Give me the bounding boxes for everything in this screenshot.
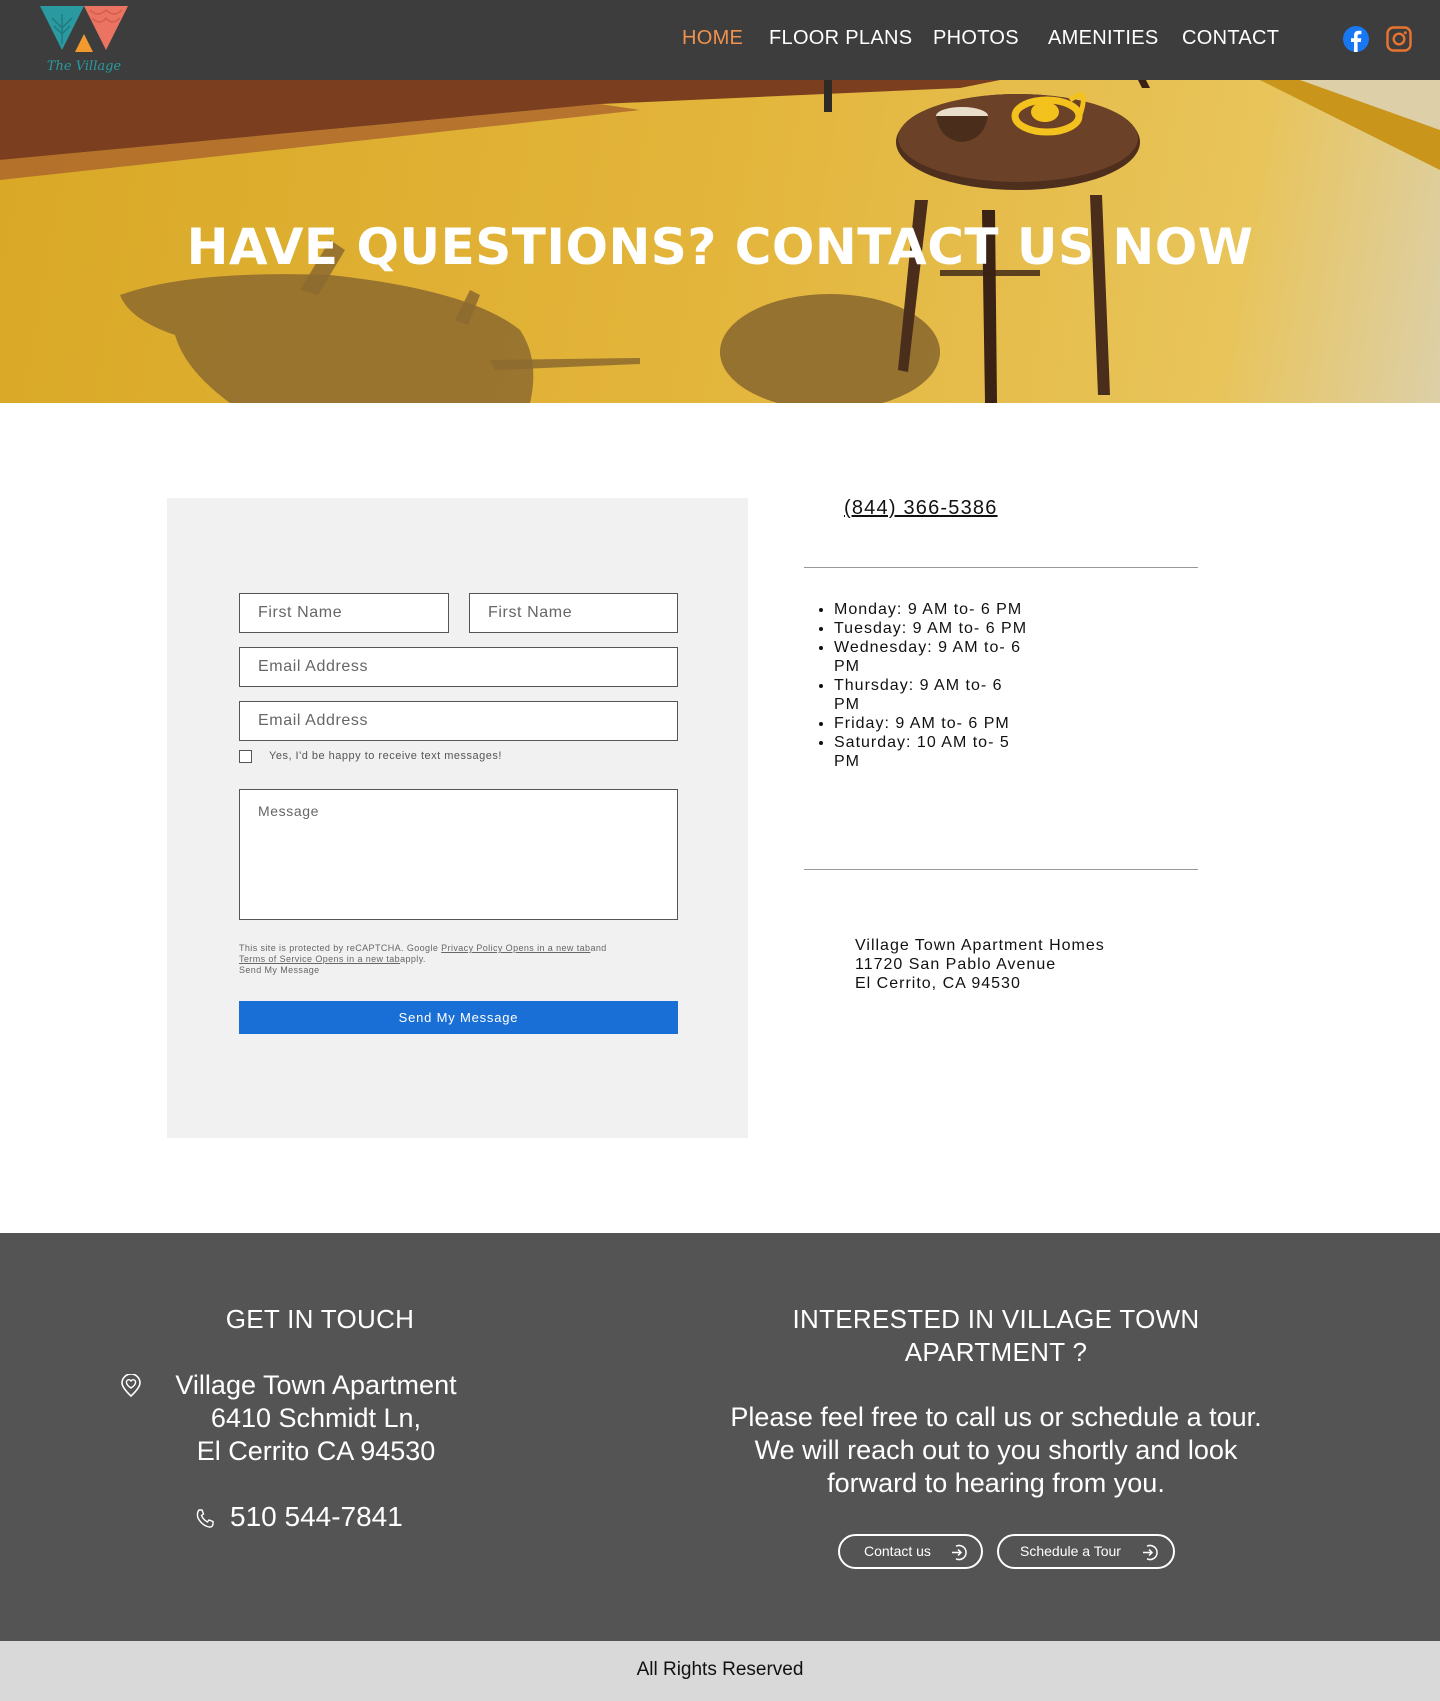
first-name-input[interactable]: First Name — [239, 593, 449, 633]
footer-phone[interactable]: 510 544-7841 — [230, 1501, 403, 1533]
nav-home[interactable]: HOME — [682, 27, 743, 53]
send-message-button[interactable]: Send My Message — [239, 1001, 678, 1034]
site-logo[interactable]: The Village — [38, 4, 130, 78]
nav-amenities[interactable]: AMENITIES — [1048, 27, 1159, 53]
legal-send-label: Send My Message — [239, 965, 320, 975]
logo-text: The Village — [46, 59, 122, 74]
footer-address-line-1: Village Town Apartment — [175, 1370, 457, 1400]
address-line-1: Village Town Apartment Homes — [855, 937, 1105, 954]
nav-contact[interactable]: CONTACT — [1182, 27, 1279, 53]
email-input[interactable]: Email Address — [239, 647, 678, 687]
hours-wednesday: Wednesday: 9 AM to- 6 PM — [834, 638, 1029, 676]
recaptcha-notice: This site is protected by reCAPTCHA. Goo… — [239, 943, 619, 976]
legal-suffix: apply. — [400, 954, 426, 964]
nav-photos[interactable]: PHOTOS — [933, 27, 1019, 53]
hours-tuesday: Tuesday: 9 AM to- 6 PM — [834, 619, 1029, 638]
privacy-policy-link[interactable]: Privacy Policy Opens in a new tab — [441, 943, 590, 953]
last-name-input[interactable]: First Name — [469, 593, 678, 633]
office-hours-list: Monday: 9 AM to- 6 PM Tuesday: 9 AM to- … — [834, 600, 1029, 771]
footer-left-heading: GET IN TOUCH — [225, 1304, 415, 1334]
hero-title: HAVE QUESTIONS? CONTACT US NOW — [186, 218, 1254, 276]
copyright-text: All Rights Reserved — [636, 1659, 804, 1680]
office-address: Village Town Apartment Homes 11720 San P… — [855, 936, 1105, 993]
nav-floor-plans[interactable]: FLOOR PLANS — [769, 27, 912, 53]
contact-us-label: Contact us — [864, 1543, 931, 1559]
facebook-icon[interactable] — [1343, 26, 1369, 52]
phone-icon — [194, 1508, 216, 1530]
hours-friday: Friday: 9 AM to- 6 PM — [834, 714, 1029, 733]
divider-top — [804, 567, 1198, 568]
hours-thursday: Thursday: 9 AM to- 6 PM — [834, 676, 1029, 714]
top-navigation: The Village HOME FLOOR PLANS PHOTOS AMEN… — [0, 0, 1440, 80]
footer-address-line-3: El Cerrito CA 94530 — [196, 1436, 436, 1466]
arrow-enter-icon — [1143, 1544, 1158, 1561]
instagram-icon[interactable] — [1386, 26, 1412, 52]
terms-of-service-link[interactable]: Terms of Service Opens in a new tab — [239, 954, 400, 964]
schedule-tour-button[interactable]: Schedule a Tour — [997, 1534, 1175, 1569]
footer-address: Village Town Apartment 6410 Schmidt Ln, … — [160, 1369, 472, 1468]
hours-saturday: Saturday: 10 AM to- 5 PM — [834, 733, 1029, 771]
arrow-enter-icon — [952, 1544, 967, 1561]
sms-consent-label: Yes, I'd be happy to receive text messag… — [269, 750, 502, 762]
phone-link[interactable]: (844) 366-5386 — [844, 497, 998, 520]
location-pin-icon — [119, 1373, 143, 1398]
contact-us-button[interactable]: Contact us — [838, 1534, 983, 1569]
footer-address-line-2: 6410 Schmidt Ln, — [210, 1403, 422, 1433]
legal-and: and — [590, 943, 607, 953]
hours-monday: Monday: 9 AM to- 6 PM — [834, 600, 1029, 619]
address-line-3: El Cerrito, CA 94530 — [855, 975, 1021, 992]
address-line-2: 11720 San Pablo Avenue — [855, 956, 1057, 973]
copyright-bar: All Rights Reserved — [0, 1641, 1440, 1701]
email-confirm-input[interactable]: Email Address — [239, 701, 678, 741]
footer: GET IN TOUCH Village Town Apartment 6410… — [0, 1233, 1440, 1641]
hero-banner: HAVE QUESTIONS? CONTACT US NOW — [0, 80, 1440, 403]
footer-right-text: Please feel free to call us or schedule … — [730, 1402, 1262, 1498]
message-textarea[interactable]: Message — [239, 789, 678, 920]
sms-consent-checkbox[interactable] — [239, 750, 252, 763]
footer-right-heading: INTERESTED IN VILLAGE TOWN APARTMENT ? — [792, 1304, 1200, 1367]
legal-prefix: This site is protected by reCAPTCHA. Goo… — [239, 943, 442, 953]
schedule-tour-label: Schedule a Tour — [1020, 1543, 1121, 1559]
logo-mark — [40, 6, 128, 52]
divider-bottom — [804, 869, 1198, 870]
